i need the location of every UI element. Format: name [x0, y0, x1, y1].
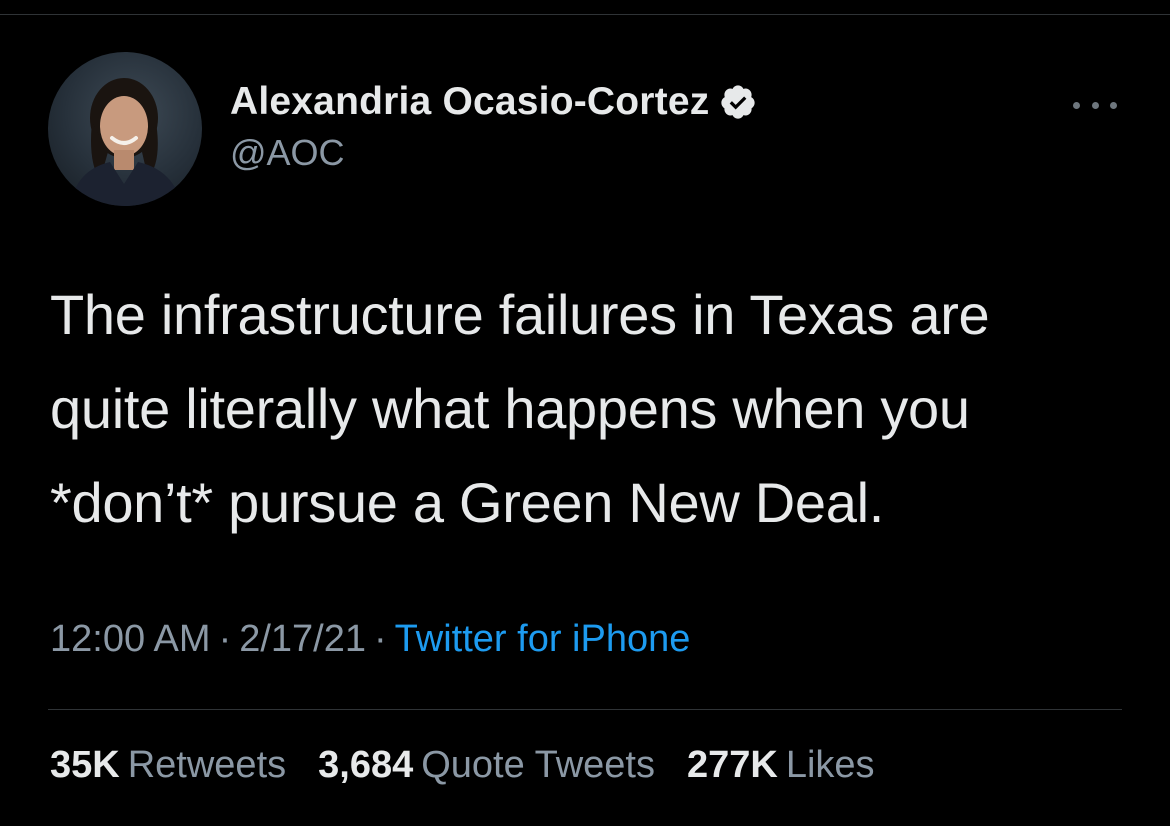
tweet-time[interactable]: 12:00 AM: [50, 618, 211, 660]
tweet-header: Alexandria Ocasio-Cortez @AOC: [48, 52, 1123, 206]
tweet-text: The infrastructure failures in Texas are…: [50, 268, 1130, 550]
tweet-text-line: *don’t* pursue a Green New Deal.: [50, 471, 884, 534]
retweets-stat[interactable]: 35K Retweets: [50, 744, 286, 787]
top-divider: [0, 14, 1170, 15]
more-dot: [1091, 101, 1099, 109]
meta-separator: ·: [374, 618, 387, 660]
tweet-text-line: quite literally what happens when you: [50, 377, 970, 440]
tweet-date[interactable]: 2/17/21: [239, 618, 366, 660]
display-name-row: Alexandria Ocasio-Cortez: [230, 78, 757, 126]
more-dot: [1073, 101, 1080, 109]
display-name[interactable]: Alexandria Ocasio-Cortez: [230, 80, 709, 124]
more-options-icon[interactable]: [1073, 98, 1117, 112]
tweet-text-line: The infrastructure failures in Texas are: [50, 283, 990, 346]
stats-divider: [48, 709, 1122, 710]
more-dot: [1110, 101, 1117, 109]
likes-stat[interactable]: 277K Likes: [687, 744, 875, 787]
engagement-stats: 35K Retweets 3,684 Quote Tweets 277K Likes: [50, 744, 907, 787]
tweet-meta: 12:00 AM · 2/17/21 · Twitter for iPhone: [50, 618, 690, 661]
author-info: Alexandria Ocasio-Cortez @AOC: [230, 78, 757, 174]
quote-tweets-count: 3,684: [318, 744, 414, 786]
profile-photo-icon: [70, 78, 182, 206]
user-handle[interactable]: @AOC: [230, 132, 757, 174]
likes-count: 277K: [687, 744, 778, 786]
quote-tweets-label: Quote Tweets: [421, 744, 655, 786]
likes-label: Likes: [785, 744, 875, 786]
retweets-count: 35K: [50, 744, 120, 786]
verified-badge-icon: [719, 83, 757, 121]
avatar[interactable]: [48, 52, 202, 206]
tweet-source-link[interactable]: Twitter for iPhone: [395, 618, 691, 660]
retweets-label: Retweets: [127, 744, 287, 786]
meta-separator: ·: [218, 618, 232, 660]
quote-tweets-stat[interactable]: 3,684 Quote Tweets: [318, 744, 655, 787]
